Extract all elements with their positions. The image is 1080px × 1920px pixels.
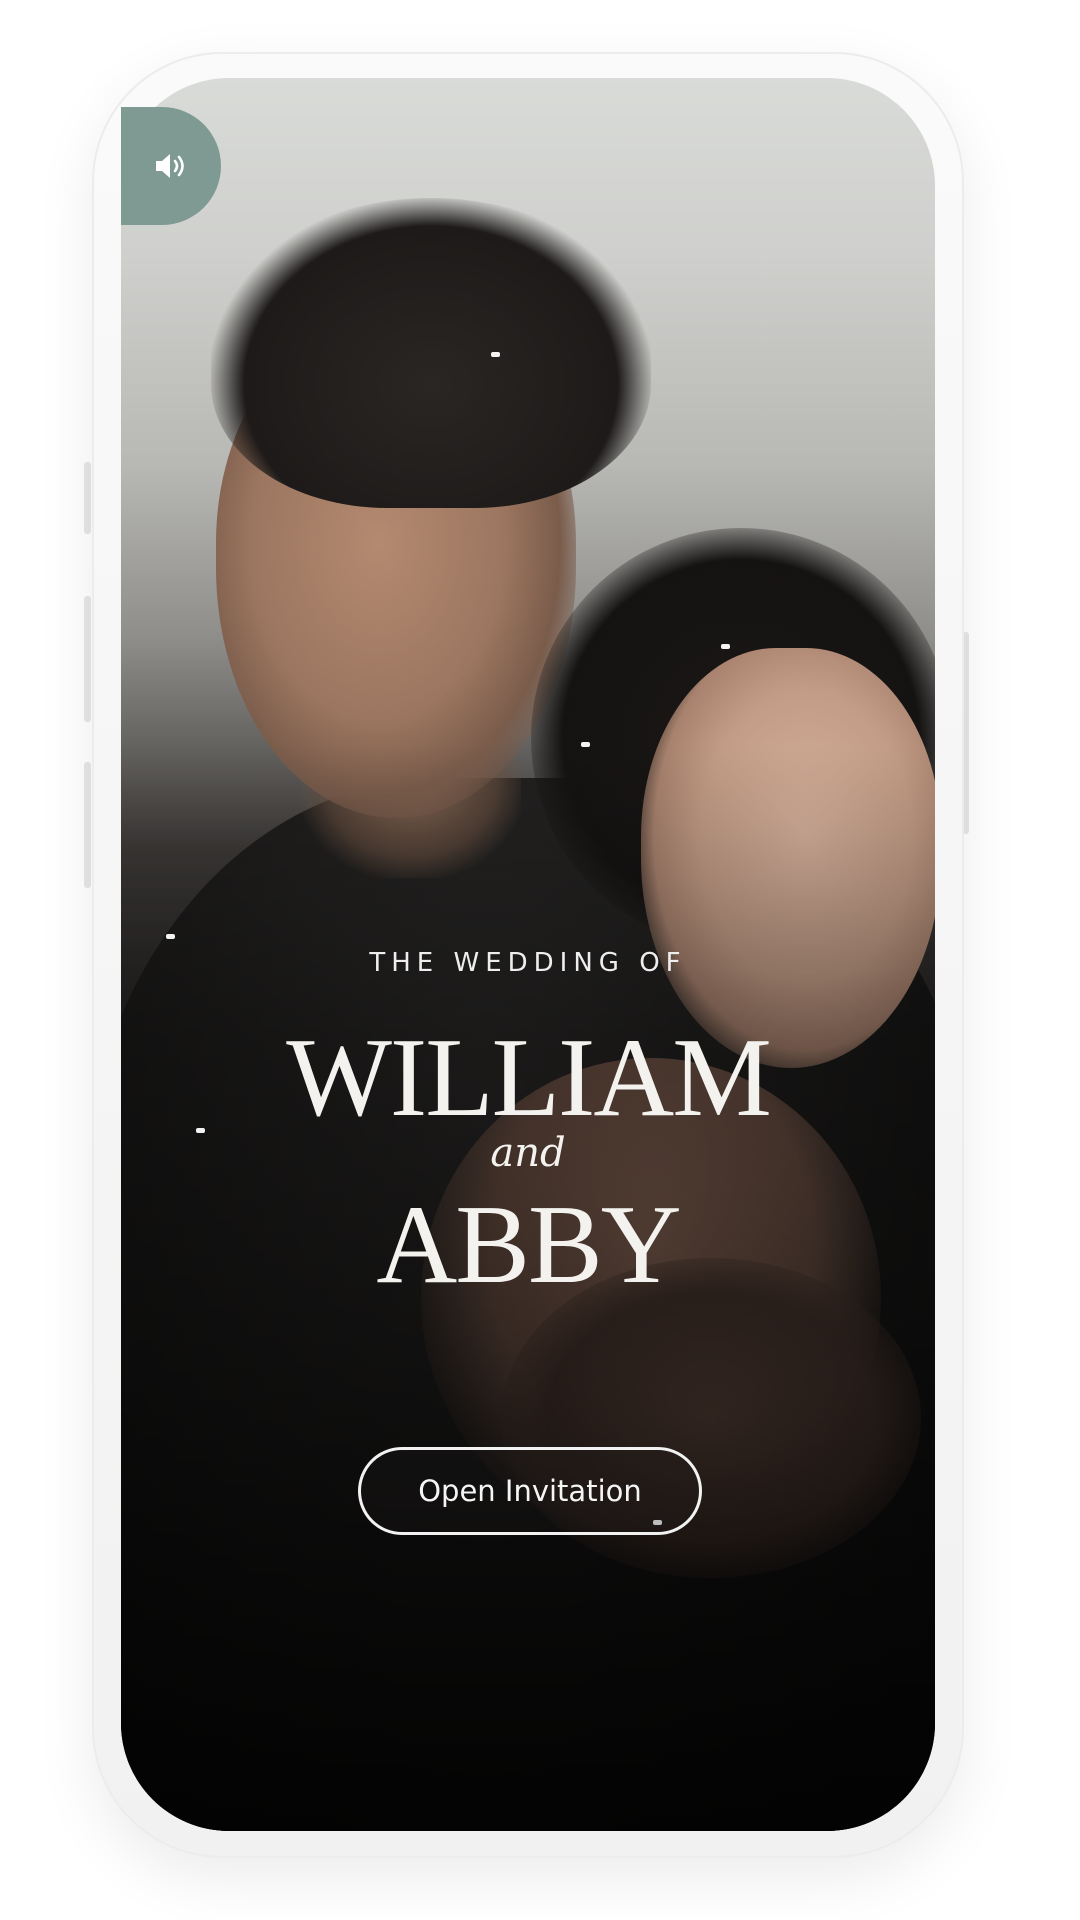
invitation-pretitle: THE WEDDING OF	[369, 948, 687, 978]
phone-side-button	[84, 462, 91, 534]
open-invitation-button[interactable]: Open Invitation	[358, 1447, 702, 1535]
sparkle-particle	[581, 742, 590, 747]
phone-volume-up-button	[84, 596, 91, 722]
phone-volume-down-button	[84, 762, 91, 888]
sparkle-particle	[721, 644, 730, 649]
groom-name: WILLIAM	[286, 1016, 772, 1140]
sparkle-particle	[166, 934, 175, 939]
stage: THE WEDDING OF WILLIAM and ABBY Open Inv…	[0, 0, 1080, 1920]
name-connector: and	[490, 1130, 566, 1176]
sparkle-particle	[491, 352, 500, 357]
bride-name: ABBY	[376, 1183, 681, 1307]
speaker-icon	[156, 154, 184, 178]
